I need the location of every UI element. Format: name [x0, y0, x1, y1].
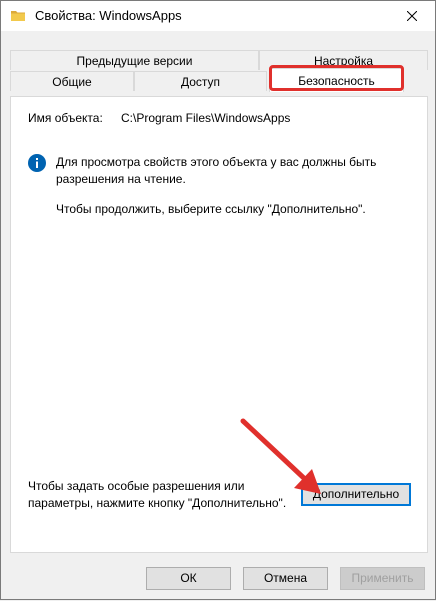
properties-dialog: Свойства: WindowsApps Предыдущие версии … [0, 0, 436, 600]
red-arrow-annotation [240, 418, 321, 494]
